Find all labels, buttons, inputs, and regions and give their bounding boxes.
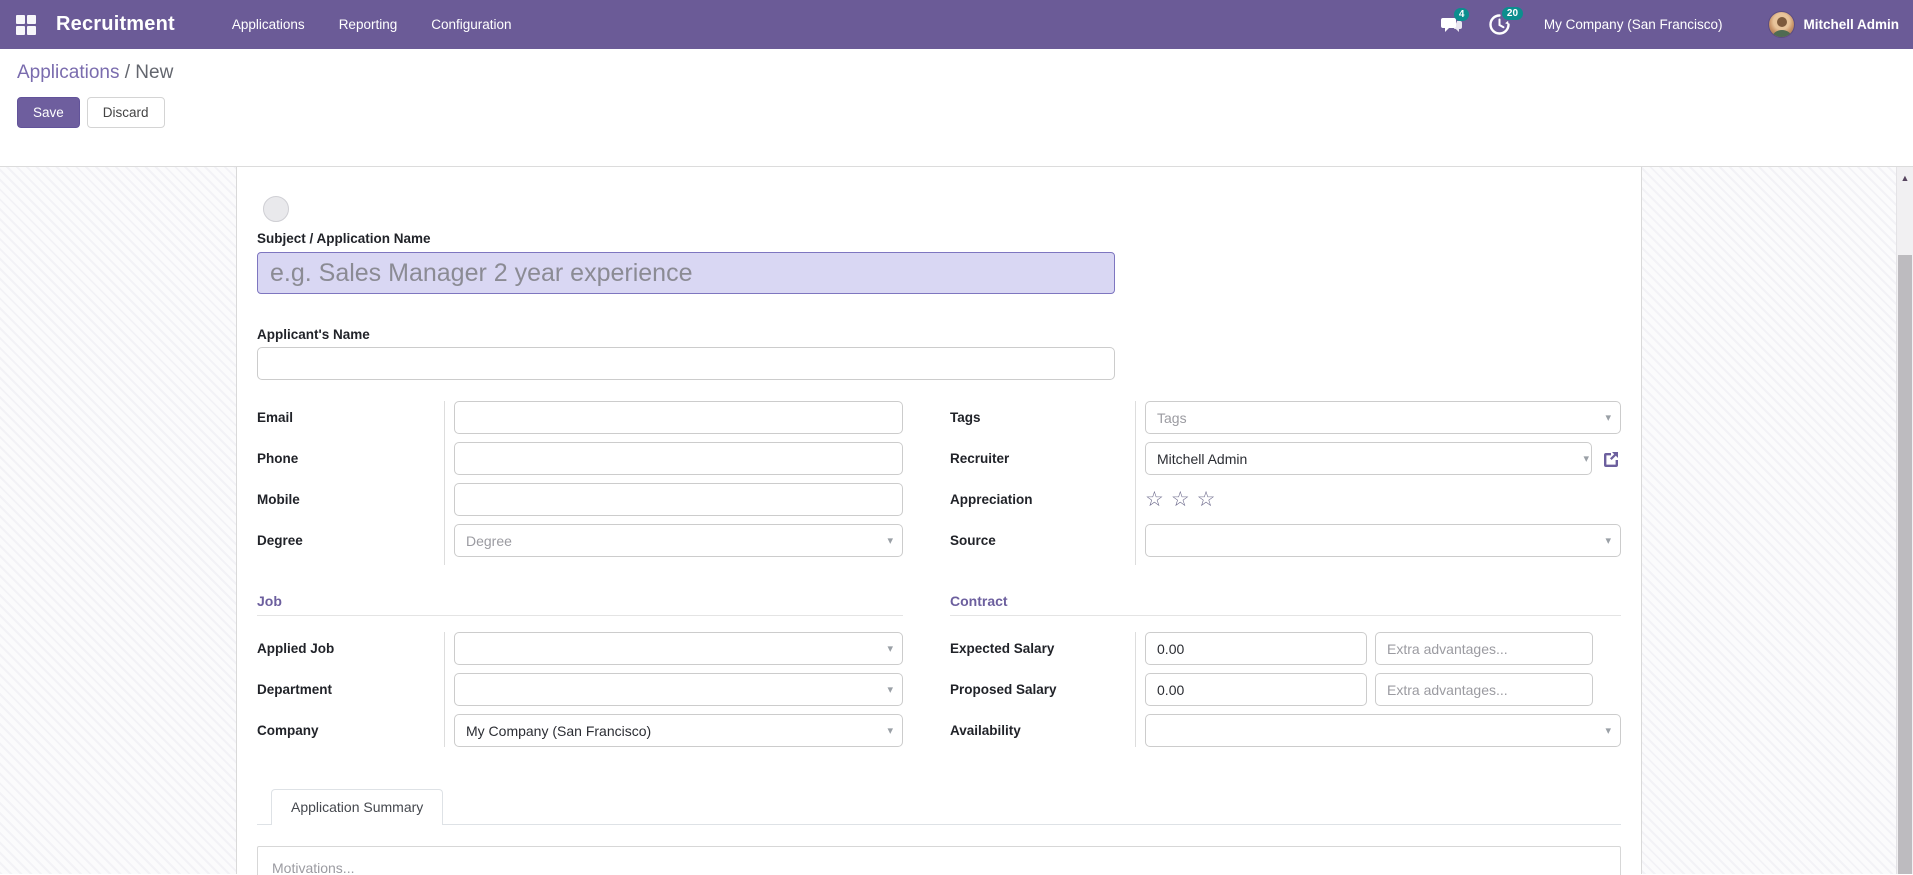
breadcrumb: Applications / New <box>17 62 174 83</box>
degree-row: Degree ▾ <box>257 524 904 557</box>
application-summary-textarea[interactable]: Motivations... <box>257 846 1621 875</box>
appreciation-label: Appreciation <box>950 492 1033 507</box>
form-sheet: Subject / Application Name Applicant's N… <box>236 167 1642 875</box>
company-label: Company <box>257 723 319 738</box>
availability-row: Availability ▾ <box>950 714 1621 747</box>
proposed-salary-row: Proposed Salary <box>950 673 1621 706</box>
source-label: Source <box>950 533 996 548</box>
source-select[interactable] <box>1145 524 1621 557</box>
job-section-title: Job <box>257 593 282 609</box>
applied-job-row: Applied Job ▾ <box>257 632 904 665</box>
availability-select[interactable] <box>1145 714 1621 747</box>
applicant-name-label: Applicant's Name <box>257 327 370 342</box>
apps-menu-icon[interactable] <box>16 14 36 35</box>
contract-section-header: Contract <box>950 593 1621 616</box>
recruiter-select[interactable] <box>1145 442 1592 475</box>
expected-salary-row: Expected Salary <box>950 632 1621 665</box>
source-row: Source ▾ <box>950 524 1621 557</box>
phone-row: Phone <box>257 442 904 475</box>
contact-group: Email Phone Mobile Degree ▾ <box>257 401 904 565</box>
menu-reporting[interactable]: Reporting <box>322 2 415 47</box>
scroll-up-arrow-icon[interactable]: ▲ <box>1897 167 1913 183</box>
department-select[interactable] <box>454 673 904 706</box>
recruiter-label: Recruiter <box>950 451 1010 466</box>
email-input[interactable] <box>454 401 904 434</box>
external-link-icon[interactable] <box>1601 449 1621 469</box>
top-navbar: Recruitment Applications Reporting Confi… <box>0 0 1913 49</box>
discard-button[interactable]: Discard <box>86 97 165 128</box>
tags-select[interactable] <box>1145 401 1621 434</box>
breadcrumb-applications[interactable]: Applications <box>17 62 119 83</box>
control-panel: Applications / New Save Discard <box>0 49 1913 167</box>
appreciation-rating: ☆ ☆ ☆ <box>1145 489 1216 510</box>
star-icon[interactable]: ☆ <box>1145 489 1164 510</box>
menu-applications[interactable]: Applications <box>215 2 322 47</box>
breadcrumb-current: New <box>135 62 174 83</box>
save-button[interactable]: Save <box>17 97 80 128</box>
app-name[interactable]: Recruitment <box>56 13 175 36</box>
department-row: Department ▾ <box>257 673 904 706</box>
degree-label: Degree <box>257 533 303 548</box>
recruiter-row: Recruiter ▾ <box>950 442 1621 475</box>
tags-row: Tags ▾ <box>950 401 1621 434</box>
kanban-state-icon[interactable] <box>263 196 289 222</box>
recruitment-group: Tags ▾ Recruiter ▾ <box>950 401 1621 565</box>
vertical-scrollbar[interactable]: ▲ <box>1896 167 1913 874</box>
degree-select[interactable] <box>454 524 904 557</box>
messages-count-badge: 4 <box>1453 7 1470 21</box>
contract-section-title: Contract <box>950 593 1008 609</box>
expected-salary-input[interactable] <box>1145 632 1368 665</box>
user-menu[interactable]: Mitchell Admin <box>1803 17 1899 32</box>
star-icon[interactable]: ☆ <box>1197 489 1216 510</box>
appreciation-row: Appreciation ☆ ☆ ☆ <box>950 483 1621 516</box>
applicant-name-input[interactable] <box>257 347 1115 380</box>
email-row: Email <box>257 401 904 434</box>
menu-configuration[interactable]: Configuration <box>414 2 528 47</box>
mobile-row: Mobile <box>257 483 904 516</box>
subject-label: Subject / Application Name <box>257 231 431 246</box>
applied-job-select[interactable] <box>454 632 904 665</box>
availability-label: Availability <box>950 723 1021 738</box>
tags-label: Tags <box>950 410 981 425</box>
star-icon[interactable]: ☆ <box>1171 489 1190 510</box>
notebook-tabbar: Application Summary <box>257 788 1621 825</box>
main-menu: Applications Reporting Configuration <box>215 2 529 47</box>
company-switcher[interactable]: My Company (San Francisco) <box>1544 17 1723 32</box>
job-group: Applied Job ▾ Department ▾ Company My Co… <box>257 632 904 747</box>
proposed-salary-input[interactable] <box>1145 673 1368 706</box>
mobile-input[interactable] <box>454 483 904 516</box>
scrollbar-thumb[interactable] <box>1898 255 1912 874</box>
messages-icon[interactable]: 4 <box>1440 7 1470 35</box>
expected-salary-label: Expected Salary <box>950 641 1055 656</box>
form-view-background: Subject / Application Name Applicant's N… <box>0 167 1913 875</box>
activities-count-badge: 20 <box>1501 7 1524 20</box>
proposed-salary-extra-input[interactable] <box>1375 673 1594 706</box>
department-label: Department <box>257 682 333 697</box>
contract-group: Expected Salary Proposed Salary <box>950 632 1621 747</box>
mobile-label: Mobile <box>257 492 300 507</box>
email-label: Email <box>257 410 294 425</box>
proposed-salary-label: Proposed Salary <box>950 682 1057 697</box>
company-select[interactable] <box>454 714 904 747</box>
activities-icon[interactable]: 20 <box>1489 7 1524 35</box>
applied-job-label: Applied Job <box>257 641 335 656</box>
company-row: Company ▾ <box>257 714 904 747</box>
phone-label: Phone <box>257 451 299 466</box>
subject-input[interactable] <box>257 252 1115 294</box>
user-avatar[interactable] <box>1768 11 1796 38</box>
phone-input[interactable] <box>454 442 904 475</box>
expected-salary-extra-input[interactable] <box>1375 632 1594 665</box>
job-section-header: Job <box>257 593 904 616</box>
tab-application-summary[interactable]: Application Summary <box>271 789 444 825</box>
